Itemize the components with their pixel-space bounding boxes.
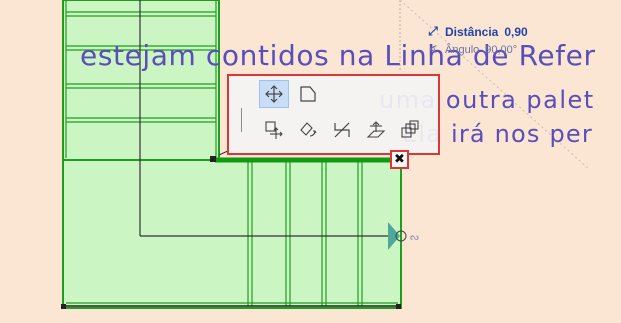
stair-upper-flight[interactable] [62, 0, 220, 161]
selected-hotspot-marker[interactable]: ✖ [390, 150, 409, 169]
multiply-icon [401, 120, 419, 138]
distance-row: ⤢ Distância 0,90 [427, 24, 528, 39]
coordinate-tracker: ⤢ Distância 0,90 ∢ Ângulo 90,00° [427, 24, 587, 60]
stair-lower-landing[interactable] [62, 159, 402, 309]
drag-copy-button[interactable] [259, 116, 289, 144]
close-x-icon: ✖ [394, 152, 405, 167]
multiply-button[interactable] [395, 116, 425, 144]
distance-label: Distância [445, 24, 499, 39]
stretch-icon [334, 122, 350, 138]
angle-icon: ∢ [428, 44, 438, 56]
end-symbol-icon: ᔓ [410, 232, 419, 243]
angle-label: Ângulo [445, 43, 480, 56]
elevate-icon [366, 121, 386, 138]
drawing-canvas[interactable]: ᔓ estejam contidos na Linha de Refer uma… [0, 0, 621, 323]
offset-edge-button[interactable] [293, 80, 323, 108]
stretch-button[interactable] [327, 116, 357, 144]
drag-icon [265, 85, 283, 103]
rotate-icon [300, 122, 317, 137]
rotate-button[interactable] [293, 116, 323, 144]
angle-value: 90,00° [485, 43, 518, 56]
distance-value: 0,90 [504, 24, 528, 39]
elevate-button[interactable] [361, 116, 391, 144]
offset-edge-icon [300, 86, 316, 102]
drag-copy-icon [265, 121, 283, 139]
pet-palette [227, 74, 440, 155]
drag-button[interactable] [259, 80, 289, 108]
diagonal-arrow-icon: ⤢ [428, 24, 438, 38]
angle-row: ∢ Ângulo 90,00° [427, 43, 518, 57]
palette-separator [241, 108, 242, 132]
